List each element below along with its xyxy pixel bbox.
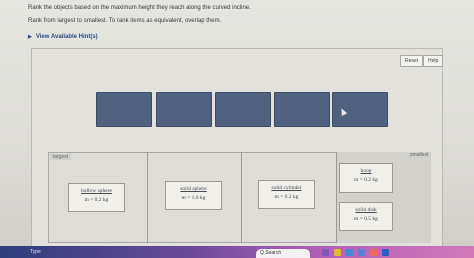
instruction-text: Rank the objects based on the maximum he…: [28, 5, 251, 11]
item-card-hoop[interactable]: hoop m = 0.2 kg: [339, 163, 393, 193]
taskbar-app-icon[interactable]: [322, 249, 329, 256]
bin-divider: [241, 152, 242, 243]
item-name: solid disk: [355, 207, 377, 213]
item-mass: m = 0.5 kg: [354, 216, 378, 222]
reset-button[interactable]: Reset: [400, 55, 424, 67]
item-mass: m = 1.0 kg: [181, 195, 206, 201]
view-hints-link[interactable]: ▶ View Available Hint(s): [28, 34, 98, 40]
taskbar-text: Type: [30, 249, 41, 255]
item-card-hollow-sphere[interactable]: hollow sphere m = 0.2 kg: [68, 183, 125, 212]
instruction-text-ranking: Rank from largest to smallest. To rank i…: [28, 18, 222, 24]
bin-divider: [147, 152, 148, 243]
item-name: solid sphere: [180, 186, 207, 192]
help-button[interactable]: Help: [423, 55, 444, 67]
item-name: solid cylinder: [271, 185, 302, 191]
taskbar-app-icon[interactable]: [382, 249, 389, 256]
expand-triangle-icon: ▶: [28, 34, 32, 40]
item-mass: m = 0.2 kg: [354, 177, 378, 183]
taskbar-search[interactable]: Q Search: [256, 249, 310, 258]
bin-divider: [336, 152, 337, 243]
item-mass: m = 0.2 kg: [274, 194, 299, 200]
item-card-solid-cylinder[interactable]: solid cylinder m = 0.2 kg: [258, 180, 315, 209]
item-name: hollow sphere: [80, 188, 112, 194]
answer-slot-4[interactable]: [274, 92, 330, 127]
os-taskbar: [0, 246, 474, 258]
item-card-solid-disk[interactable]: solid disk m = 0.5 kg: [339, 202, 393, 231]
folder-icon[interactable]: [334, 249, 341, 256]
item-mass: m = 0.2 kg: [84, 197, 109, 203]
answer-slot-2[interactable]: [156, 92, 212, 127]
view-hints-label: View Available Hint(s): [35, 34, 98, 40]
answer-slot-1[interactable]: [96, 92, 152, 127]
browser-icon[interactable]: [346, 249, 353, 256]
taskbar-app-icon[interactable]: [358, 249, 365, 256]
smallest-label: smallest: [407, 152, 432, 158]
item-name: hoop: [360, 168, 372, 174]
taskbar-app-icon[interactable]: [370, 249, 377, 256]
item-card-solid-sphere[interactable]: solid sphere m = 1.0 kg: [165, 181, 222, 210]
answer-slot-3[interactable]: [215, 92, 271, 127]
largest-label: largest: [50, 154, 72, 160]
